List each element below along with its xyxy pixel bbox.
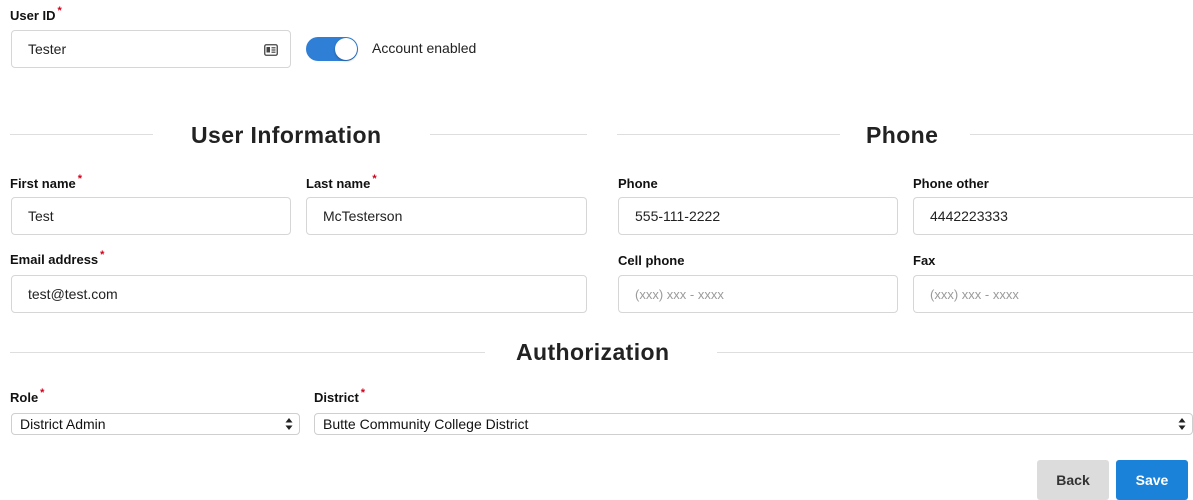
role-label-text: Role: [10, 390, 39, 405]
section-title-user-information: User Information: [191, 122, 382, 148]
required-marker: *: [100, 249, 105, 261]
district-select[interactable]: Butte Community College District: [314, 413, 1193, 435]
section-divider: [10, 134, 153, 135]
section-divider: [430, 134, 587, 135]
cell-phone-input[interactable]: (xxx) xxx - xxxx: [618, 275, 898, 313]
required-marker: *: [360, 387, 366, 399]
email-value: test@test.com: [28, 286, 118, 302]
first-name-value: Test: [28, 208, 54, 224]
phone-value: 555-111-2222: [635, 208, 721, 224]
required-marker: *: [57, 5, 62, 17]
back-button[interactable]: Back: [1037, 460, 1109, 500]
section-divider: [717, 352, 1193, 353]
role-select[interactable]: District Admin: [11, 413, 300, 435]
last-name-input[interactable]: McTesterson: [306, 197, 587, 235]
fax-placeholder: (xxx) xxx - xxxx: [930, 286, 1019, 302]
account-enabled-label: Account enabled: [372, 40, 477, 56]
toggle-knob: [335, 38, 357, 60]
phone-input[interactable]: 555-111-2222: [618, 197, 898, 235]
role-label: Role *: [10, 387, 45, 405]
role-selected-value: District Admin: [20, 416, 106, 432]
last-name-label-text: Last name: [306, 176, 371, 191]
phone-label: Phone: [618, 176, 658, 191]
user-id-value: Tester: [28, 41, 67, 57]
section-divider: [617, 134, 840, 135]
phone-other-input[interactable]: 4442223333: [913, 197, 1193, 235]
required-marker: *: [77, 173, 83, 185]
user-id-label-text: User ID: [10, 8, 56, 23]
required-marker: *: [372, 173, 377, 185]
district-label: District *: [314, 387, 366, 405]
email-label-text: Email address: [10, 252, 99, 267]
first-name-label: First name *: [10, 173, 83, 191]
user-id-label: User ID *: [10, 5, 62, 23]
select-arrows-icon: [285, 416, 293, 432]
first-name-input[interactable]: Test: [11, 197, 291, 235]
cell-phone-label: Cell phone: [618, 253, 685, 268]
email-input[interactable]: test@test.com: [11, 275, 587, 313]
district-label-text: District: [314, 390, 359, 405]
account-enabled-toggle[interactable]: [306, 37, 358, 61]
select-arrows-icon: [1178, 416, 1186, 432]
section-divider: [10, 352, 485, 353]
cell-phone-placeholder: (xxx) xxx - xxxx: [635, 286, 724, 302]
id-card-icon: [264, 43, 278, 56]
section-title-authorization: Authorization: [516, 339, 670, 365]
required-marker: *: [40, 387, 45, 399]
phone-other-value: 4442223333: [930, 208, 1008, 224]
section-title-phone: Phone: [866, 122, 939, 148]
fax-label: Fax: [913, 253, 936, 268]
user-id-input[interactable]: Tester: [11, 30, 291, 68]
fax-input[interactable]: (xxx) xxx - xxxx: [913, 275, 1193, 313]
section-divider: [970, 134, 1193, 135]
phone-other-label: Phone other: [913, 176, 989, 191]
last-name-label: Last name *: [306, 173, 377, 191]
save-button[interactable]: Save: [1116, 460, 1188, 500]
email-label: Email address *: [10, 249, 105, 267]
last-name-value: McTesterson: [323, 208, 403, 224]
district-selected-value: Butte Community College District: [323, 416, 529, 432]
first-name-label-text: First name: [10, 176, 76, 191]
